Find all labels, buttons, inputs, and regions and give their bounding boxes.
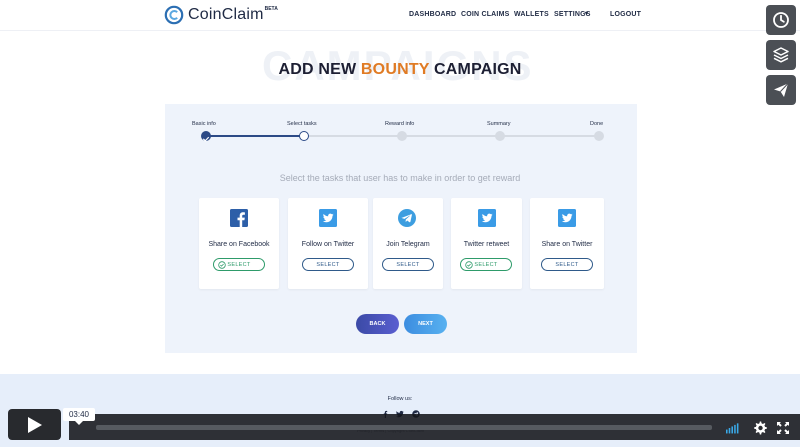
volume-bars-icon[interactable] — [726, 421, 740, 435]
check-icon — [203, 136, 209, 142]
step-label-done: Done — [590, 121, 604, 127]
select-button-share-facebook[interactable]: SELECT — [213, 258, 265, 271]
stepper-progress — [205, 135, 304, 137]
task-label-follow-twitter: Follow on Twitter — [301, 241, 355, 248]
gear-icon[interactable] — [753, 421, 767, 435]
nav-dashboard[interactable]: DASHBOARD — [409, 11, 456, 18]
step-label-basic-info: Basic info — [192, 121, 216, 127]
play-icon — [27, 416, 42, 433]
step-label-reward-info: Reward info — [385, 121, 415, 127]
telegram-icon — [398, 209, 416, 227]
nav-coin-claims[interactable]: COIN CLAIMS — [461, 11, 509, 18]
task-label-share-facebook: Share on Facebook — [208, 241, 270, 248]
task-label-share-twitter: Share on Twitter — [541, 241, 593, 248]
step-dot-basic-info[interactable] — [201, 131, 211, 142]
select-button-join-telegram[interactable]: SELECT — [382, 258, 434, 271]
select-button-label: SELECT — [316, 261, 340, 268]
video-time-badge: 03:40 — [63, 408, 95, 425]
video-timeline[interactable] — [96, 425, 712, 430]
main-nav: DASHBOARD COIN CLAIMS WALLETS SETTINGS ▾… — [0, 11, 800, 23]
step-label-select-tasks: Select tasks — [287, 121, 317, 127]
clock-icon — [773, 12, 789, 28]
page-title: ADD NEW BOUNTY CAMPAIGN — [0, 61, 800, 79]
twitter-icon — [478, 209, 496, 227]
step-label-summary: Summary — [487, 121, 511, 127]
select-button-label: SELECT — [396, 261, 420, 268]
page-title-accent: BOUNTY — [360, 61, 430, 78]
select-button-follow-twitter[interactable]: SELECT — [302, 258, 354, 271]
twitter-icon — [319, 209, 337, 227]
paper-plane-icon — [774, 83, 789, 97]
nav-wallets[interactable]: WALLETS — [514, 11, 549, 18]
facebook-icon — [230, 209, 248, 227]
fullscreen-icon[interactable] — [776, 421, 790, 435]
side-button-history[interactable] — [766, 5, 796, 35]
next-button-label: NEXT — [418, 321, 433, 327]
follow-us-label: Follow us: — [387, 396, 413, 402]
step-dot-summary[interactable] — [495, 131, 505, 141]
select-button-label: SELECT — [474, 261, 498, 268]
next-button[interactable]: NEXT — [404, 314, 447, 334]
task-instructions: Select the tasks that user has to make i… — [279, 173, 521, 183]
task-label-join-telegram: Join Telegram — [386, 241, 430, 248]
select-button-label: SELECT — [555, 261, 579, 268]
step-dot-done[interactable] — [594, 131, 604, 141]
step-dot-reward-info[interactable] — [397, 131, 407, 141]
select-button-label: SELECT — [227, 261, 251, 268]
check-circle-icon — [465, 261, 473, 269]
twitter-icon — [558, 209, 576, 227]
check-circle-icon — [218, 261, 226, 269]
back-button[interactable]: BACK — [356, 314, 399, 334]
nav-logout[interactable]: LOGOUT — [610, 11, 641, 18]
play-button[interactable] — [8, 409, 61, 440]
page-title-part1: ADD NEW — [278, 61, 361, 78]
task-label-twitter-retweet: Twitter retweet — [463, 241, 510, 248]
select-button-share-twitter[interactable]: SELECT — [541, 258, 593, 271]
page-title-part2: CAMPAIGN — [429, 61, 522, 78]
chevron-down-icon[interactable]: ▾ — [585, 10, 588, 17]
step-dot-select-tasks[interactable] — [299, 131, 309, 141]
select-button-twitter-retweet[interactable]: SELECT — [460, 258, 512, 271]
side-button-share[interactable] — [766, 75, 796, 105]
